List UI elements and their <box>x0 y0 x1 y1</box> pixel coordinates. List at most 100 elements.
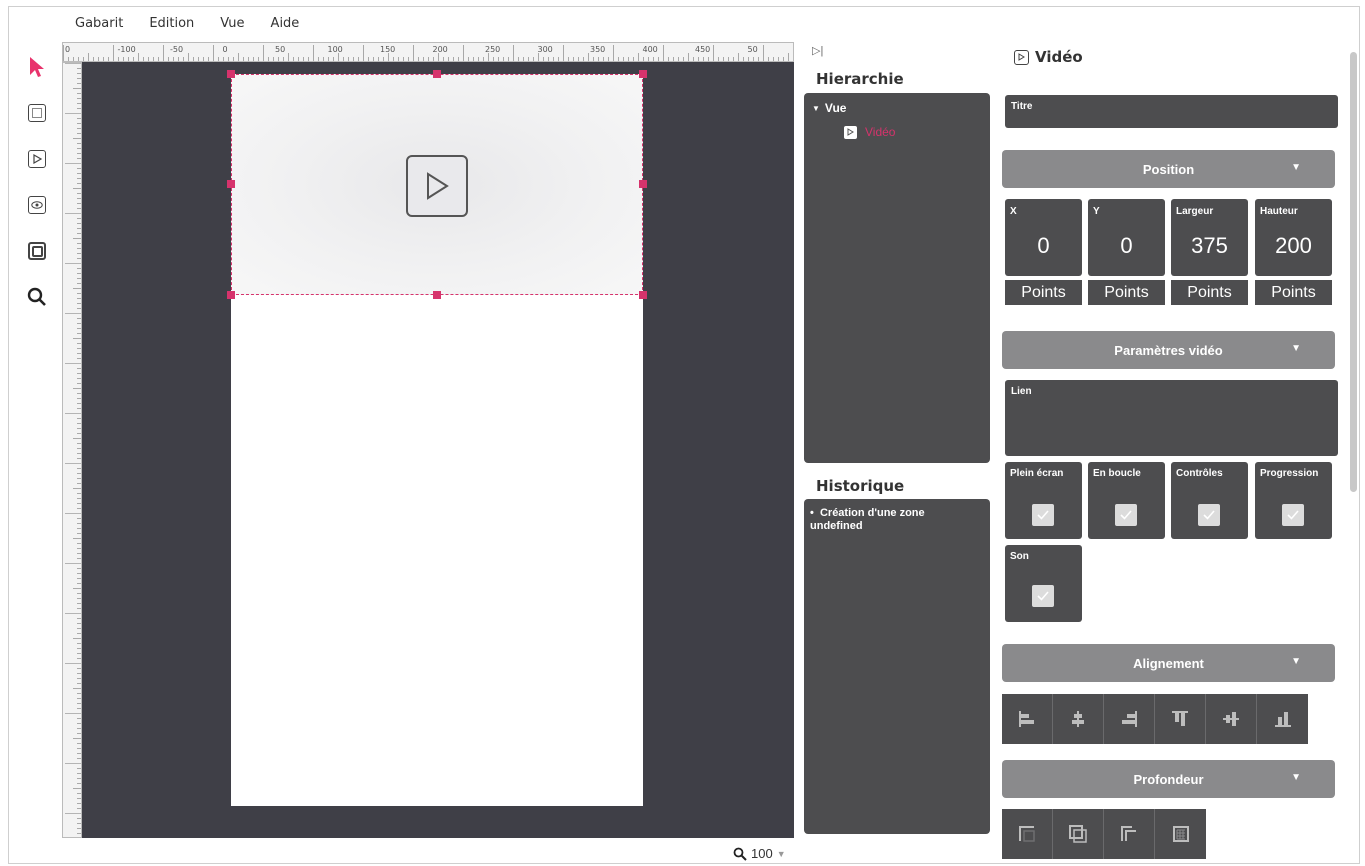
eye-icon <box>28 196 46 214</box>
tool-palette <box>22 52 52 328</box>
checkbox-en-boucle[interactable] <box>1115 504 1137 526</box>
vertical-ruler <box>62 62 82 838</box>
menu-gabarit[interactable]: Gabarit <box>75 16 123 34</box>
position-height-field[interactable]: Hauteur 200 <box>1255 199 1332 276</box>
section-depth[interactable]: Profondeur ▼ <box>1002 760 1335 798</box>
field-value: 0 <box>1037 233 1050 258</box>
properties-scrollbar[interactable] <box>1350 52 1357 492</box>
horizontal-ruler: 0 -100 -50 0 50 100 150 200 250 300 350 400 450 50 <box>62 42 794 62</box>
video-element[interactable] <box>231 74 643 295</box>
preview-tool[interactable] <box>22 190 52 220</box>
menu-bar: Gabarit Edition Vue Aide <box>75 16 325 34</box>
send-backward-icon <box>1121 826 1136 841</box>
caret-down-icon: ▼ <box>1291 656 1301 667</box>
ruler-label: 0 <box>223 45 228 54</box>
vertical-ruler-ticks <box>65 63 81 834</box>
video-icon <box>1014 49 1029 65</box>
bring-front-button[interactable] <box>1002 809 1053 859</box>
align-right-icon <box>1122 711 1137 727</box>
section-video-params-label: Paramètres vidéo <box>1114 342 1223 358</box>
resize-handle-bm[interactable] <box>433 291 441 299</box>
ruler-label: 0 <box>65 45 70 54</box>
ruler-label: 350 <box>590 45 605 54</box>
hierarchy-title: Hierarchie <box>816 70 904 88</box>
align-top-button[interactable] <box>1155 694 1206 744</box>
tree-node-vue[interactable]: ▼ Vue <box>812 101 846 115</box>
video-icon <box>28 150 46 168</box>
pointer-tool[interactable] <box>22 52 52 82</box>
resize-handle-bl[interactable] <box>227 291 235 299</box>
history-panel: • Création d'une zone undefined <box>804 499 990 834</box>
check-icon <box>1037 510 1049 520</box>
unit-select-width[interactable]: Points <box>1171 280 1248 305</box>
caret-down-icon: ▼ <box>812 103 820 113</box>
checkbox-son[interactable] <box>1032 585 1054 607</box>
field-value: 200 <box>1275 233 1312 258</box>
align-bottom-button[interactable] <box>1257 694 1308 744</box>
resize-handle-ml[interactable] <box>227 180 235 188</box>
caret-down-icon: ▼ <box>1291 162 1301 173</box>
unit-select-y[interactable]: Points <box>1088 280 1165 305</box>
align-right-button[interactable] <box>1104 694 1155 744</box>
unit-select-x[interactable]: Points <box>1005 280 1082 305</box>
menu-aide[interactable]: Aide <box>271 16 300 34</box>
zoom-tool[interactable] <box>22 282 52 312</box>
field-label: Hauteur <box>1260 206 1298 217</box>
section-alignment[interactable]: Alignement ▼ <box>1002 644 1335 682</box>
bring-forward-button[interactable] <box>1053 809 1104 859</box>
field-label: X <box>1010 206 1017 217</box>
send-back-button[interactable] <box>1155 809 1206 859</box>
zoom-control[interactable]: 100 ▼ <box>733 846 786 861</box>
titre-field[interactable]: Titre <box>1005 95 1338 128</box>
ruler-label: 400 <box>643 45 658 54</box>
video-tool[interactable] <box>22 144 52 174</box>
hierarchy-panel: ▼ Vue Vidéo <box>804 93 990 463</box>
design-canvas[interactable] <box>82 62 794 838</box>
menu-edition[interactable]: Edition <box>149 16 194 34</box>
option-label: Son <box>1010 551 1029 562</box>
send-backward-button[interactable] <box>1104 809 1155 859</box>
section-alignment-label: Alignement <box>1133 655 1204 671</box>
horizontal-ruler-ticks: 0 -100 -50 0 50 100 150 200 250 300 350 400 450 50 <box>63 45 789 61</box>
layers-tool[interactable] <box>22 236 52 266</box>
checkbox-controles[interactable] <box>1198 504 1220 526</box>
resize-handle-mr[interactable] <box>639 180 647 188</box>
properties-title: Vidéo <box>1035 48 1083 66</box>
option-label: Contrôles <box>1176 468 1223 479</box>
check-icon <box>1120 510 1132 520</box>
play-button-placeholder <box>406 155 468 217</box>
tree-node-video[interactable]: Vidéo <box>844 125 895 139</box>
align-left-icon <box>1019 711 1034 727</box>
position-width-field[interactable]: Largeur 375 <box>1171 199 1248 276</box>
bullet: • <box>810 507 820 519</box>
chevron-down-icon: ▼ <box>776 848 786 859</box>
field-value: 375 <box>1191 233 1228 258</box>
field-label: Largeur <box>1176 206 1214 217</box>
align-center-h-button[interactable] <box>1053 694 1104 744</box>
resize-handle-tm[interactable] <box>433 70 441 78</box>
position-x-field[interactable]: X 0 <box>1005 199 1082 276</box>
unit-select-height[interactable]: Points <box>1255 280 1332 305</box>
position-y-field[interactable]: Y 0 <box>1088 199 1165 276</box>
ruler-label: 50 <box>275 45 285 54</box>
rectangle-tool[interactable] <box>22 98 52 128</box>
collapse-panel-icon[interactable]: ▷| <box>812 44 823 57</box>
checkbox-progression[interactable] <box>1282 504 1304 526</box>
section-position[interactable]: Position ▼ <box>1002 150 1335 188</box>
caret-down-icon: ▼ <box>1291 343 1301 354</box>
ruler-label: 100 <box>328 45 343 54</box>
checkbox-plein-ecran[interactable] <box>1032 504 1054 526</box>
align-center-v-button[interactable] <box>1206 694 1257 744</box>
ruler-label: -50 <box>170 45 183 54</box>
align-center-h-icon <box>1072 711 1084 727</box>
field-label: Y <box>1093 206 1100 217</box>
lien-field[interactable]: Lien <box>1005 380 1338 456</box>
history-item[interactable]: • Création d'une zone undefined <box>810 507 980 533</box>
menu-vue[interactable]: Vue <box>220 16 244 34</box>
resize-handle-br[interactable] <box>639 291 647 299</box>
section-video-params[interactable]: Paramètres vidéo ▼ <box>1002 331 1335 369</box>
align-left-button[interactable] <box>1002 694 1053 744</box>
resize-handle-tr[interactable] <box>639 70 647 78</box>
section-depth-label: Profondeur <box>1133 771 1204 787</box>
resize-handle-tl[interactable] <box>227 70 235 78</box>
